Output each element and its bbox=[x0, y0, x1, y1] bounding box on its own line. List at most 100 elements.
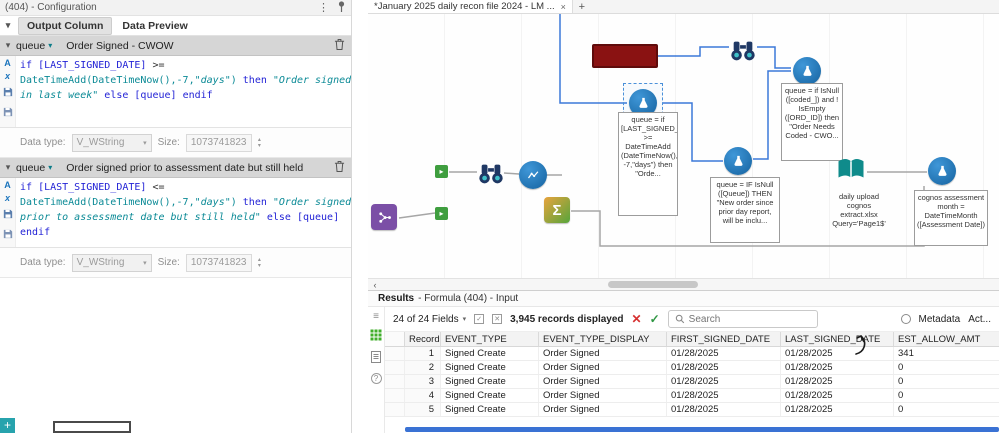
table-cell[interactable]: 0 bbox=[894, 375, 999, 388]
fields-dropdown[interactable]: 24 of 24 Fields ▾ bbox=[393, 314, 466, 325]
expression-code[interactable]: if [LAST_SIGNED_DATE] >= DateTimeAdd(Date… bbox=[16, 56, 351, 127]
apply-icon[interactable]: ✓ bbox=[650, 312, 660, 326]
table-cell[interactable]: 01/28/2025 bbox=[667, 403, 781, 416]
insert-function-icon[interactable]: x bbox=[5, 71, 10, 82]
wireless-connection-icon[interactable]: ▸ bbox=[435, 165, 448, 178]
insert-field-icon[interactable]: A bbox=[4, 180, 11, 191]
column-header-last-signed-date[interactable]: LAST_SIGNED_DATE bbox=[781, 332, 894, 346]
table-row[interactable]: 1 Signed Create Order Signed 01/28/2025 01/2… bbox=[385, 347, 999, 361]
actions-label[interactable]: Act... bbox=[968, 314, 991, 325]
canvas-horizontal-scrollbar[interactable]: ‹ bbox=[368, 278, 999, 290]
output-column-select[interactable]: queue bbox=[16, 162, 45, 174]
pin-icon[interactable] bbox=[337, 0, 346, 15]
table-cell[interactable]: 01/28/2025 bbox=[781, 375, 894, 388]
table-row[interactable]: 5 Signed Create Order Signed 01/28/2025 01/2… bbox=[385, 403, 999, 417]
column-header-event-type-display[interactable]: EVENT_TYPE_DISPLAY bbox=[539, 332, 667, 346]
table-cell[interactable]: 01/28/2025 bbox=[667, 361, 781, 374]
collapse-chevron-icon[interactable]: ▾ bbox=[0, 162, 16, 173]
row-gutter[interactable] bbox=[385, 375, 405, 388]
table-cell[interactable]: 0 bbox=[894, 361, 999, 374]
table-cell[interactable]: Signed Create bbox=[441, 403, 539, 416]
collapse-chevron-icon[interactable]: ▾ bbox=[0, 40, 16, 51]
row-gutter[interactable] bbox=[385, 361, 405, 374]
column-header-record[interactable]: Record bbox=[405, 332, 441, 346]
table-cell[interactable]: 3 bbox=[405, 375, 441, 388]
browse-tool[interactable] bbox=[477, 160, 505, 193]
tool-annotation[interactable]: queue = if IsNull ([coded_]) and ! IsEmp… bbox=[781, 83, 843, 161]
table-row[interactable]: 3 Signed Create Order Signed 01/28/2025 01/2… bbox=[385, 375, 999, 389]
table-row[interactable]: 2 Signed Create Order Signed 01/28/2025 01/2… bbox=[385, 361, 999, 375]
metadata-radio[interactable] bbox=[900, 314, 911, 324]
table-cell[interactable]: Order Signed bbox=[539, 403, 667, 416]
browse-tool[interactable] bbox=[729, 37, 757, 70]
size-stepper[interactable]: ▴ ▾ bbox=[258, 137, 261, 149]
table-cell[interactable]: 0 bbox=[894, 403, 999, 416]
join-tool[interactable] bbox=[371, 204, 397, 230]
data-type-select[interactable]: V_WString ▾ bbox=[71, 133, 152, 152]
table-cell[interactable]: Order Signed bbox=[539, 389, 667, 402]
column-header-event-type[interactable]: EVENT_TYPE bbox=[441, 332, 539, 346]
table-cell[interactable]: Signed Create bbox=[441, 361, 539, 374]
table-cell[interactable]: 01/28/2025 bbox=[781, 347, 894, 360]
table-cell[interactable]: 2 bbox=[405, 361, 441, 374]
tool-annotation[interactable]: daily upload cognos extract.xlsx Query='… bbox=[830, 190, 888, 234]
chevron-down-icon[interactable]: ▾ bbox=[48, 41, 52, 50]
table-horizontal-scrollbar[interactable] bbox=[405, 427, 999, 432]
insert-function-icon[interactable]: x bbox=[5, 193, 10, 204]
table-cell[interactable]: 01/28/2025 bbox=[781, 403, 894, 416]
delete-formula-icon[interactable] bbox=[334, 38, 345, 54]
table-cell[interactable]: Order Signed bbox=[539, 375, 667, 388]
row-gutter[interactable] bbox=[385, 389, 405, 402]
insert-field-icon[interactable]: A bbox=[4, 58, 11, 69]
table-cell[interactable]: 01/28/2025 bbox=[781, 389, 894, 402]
cancel-icon[interactable]: ✕ bbox=[632, 312, 642, 326]
workflow-tab[interactable]: *January 2025 daily recon file 2024 - LM… bbox=[368, 0, 573, 13]
search-input[interactable] bbox=[688, 313, 799, 325]
table-cell[interactable]: 01/28/2025 bbox=[667, 375, 781, 388]
tab-data-preview[interactable]: Data Preview bbox=[114, 18, 195, 34]
open-expression-icon[interactable] bbox=[3, 104, 13, 122]
table-cell[interactable]: 5 bbox=[405, 403, 441, 416]
table-cell[interactable]: 01/28/2025 bbox=[667, 347, 781, 360]
table-row[interactable]: 4 Signed Create Order Signed 01/28/2025 01/2… bbox=[385, 389, 999, 403]
table-cell[interactable]: Signed Create bbox=[441, 375, 539, 388]
size-input[interactable]: 1073741823 bbox=[185, 253, 252, 272]
help-icon[interactable]: ? bbox=[370, 373, 382, 384]
size-input[interactable]: 1073741823 bbox=[185, 133, 252, 152]
config-list-icon[interactable]: ≡ bbox=[373, 311, 379, 322]
close-icon[interactable]: × bbox=[561, 2, 566, 12]
workflow-canvas[interactable]: queue = if IsNull ([coded_]) and ! IsEmp… bbox=[368, 14, 999, 278]
expression-code[interactable]: if [LAST_SIGNED_DATE] <= DateTimeAdd(Date… bbox=[16, 178, 351, 247]
table-cell[interactable]: 0 bbox=[894, 389, 999, 402]
input-data-tool[interactable] bbox=[836, 156, 866, 189]
report-icon[interactable] bbox=[371, 351, 381, 366]
collapse-chevron-icon[interactable]: ▾ bbox=[0, 20, 16, 31]
data-table-icon[interactable] bbox=[370, 329, 382, 344]
clear-fields-icon[interactable]: ✕ bbox=[492, 314, 503, 324]
table-cell[interactable]: Order Signed bbox=[539, 361, 667, 374]
tool-annotation[interactable]: queue = IF IsNull ([Queue]) THEN "New or… bbox=[710, 177, 780, 243]
table-cell[interactable]: 1 bbox=[405, 347, 441, 360]
column-header-est-allow-amt[interactable]: EST_ALLOW_AMT bbox=[894, 332, 999, 346]
wireless-connection-icon[interactable]: ▸ bbox=[435, 207, 448, 220]
add-formula-button[interactable]: + bbox=[0, 418, 15, 433]
scroll-left-icon[interactable]: ‹ bbox=[370, 280, 380, 290]
table-cell[interactable]: Order Signed bbox=[539, 347, 667, 360]
comment-box-tool[interactable] bbox=[592, 44, 658, 68]
open-expression-icon[interactable] bbox=[3, 226, 13, 244]
delete-formula-icon[interactable] bbox=[334, 160, 345, 176]
table-cell[interactable]: Signed Create bbox=[441, 347, 539, 360]
formula-tool[interactable] bbox=[928, 157, 956, 185]
table-cell[interactable]: Signed Create bbox=[441, 389, 539, 402]
tool-annotation[interactable]: queue = if [LAST_SIGNED_DATE] >= DateTim… bbox=[618, 112, 678, 216]
kebab-menu-icon[interactable]: ⋮ bbox=[318, 1, 329, 14]
size-stepper[interactable]: ▴ ▾ bbox=[258, 257, 261, 269]
save-expression-icon[interactable] bbox=[3, 84, 13, 102]
table-cell[interactable]: 4 bbox=[405, 389, 441, 402]
scrollbar-thumb[interactable] bbox=[608, 281, 698, 288]
table-cell[interactable]: 341 bbox=[894, 347, 999, 360]
table-cell[interactable]: 01/28/2025 bbox=[667, 389, 781, 402]
chevron-down-icon[interactable]: ▾ bbox=[48, 163, 52, 172]
formula-tool[interactable] bbox=[724, 147, 752, 175]
column-header-first-signed-date[interactable]: FIRST_SIGNED_DATE bbox=[667, 332, 781, 346]
